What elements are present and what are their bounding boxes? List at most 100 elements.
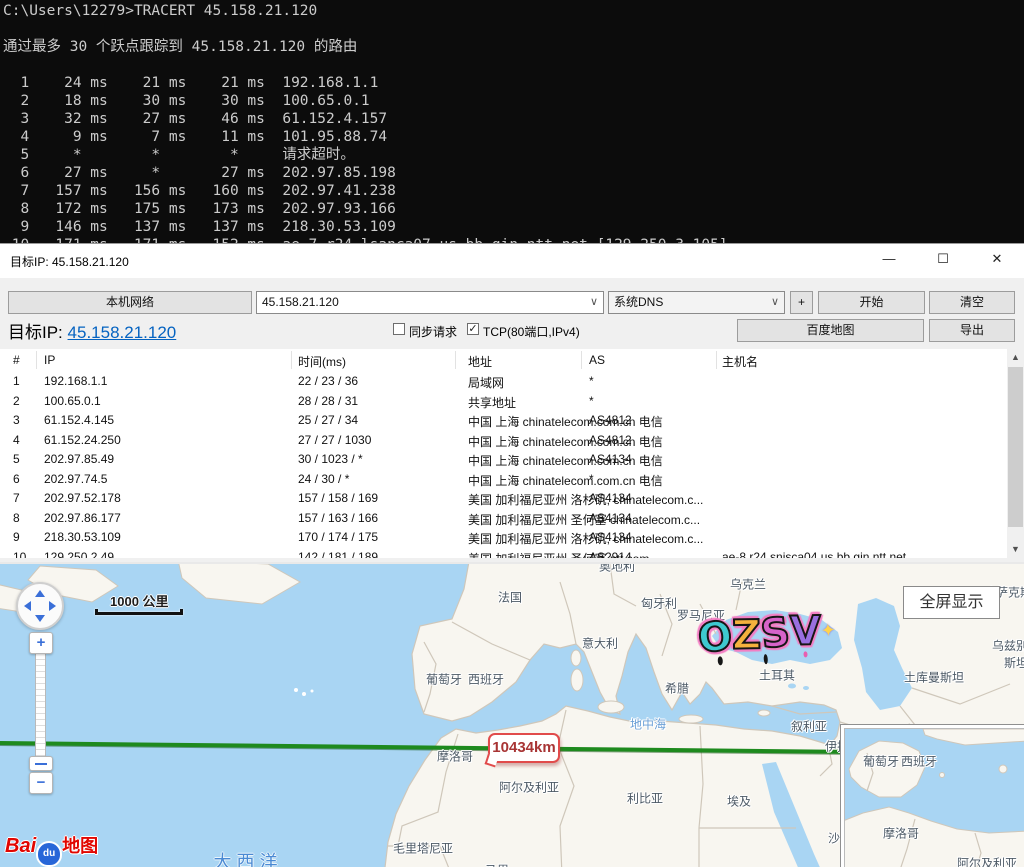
table-cell: AS2914 <box>589 550 632 559</box>
pan-control[interactable] <box>16 582 64 630</box>
atlantic-ocean-label: 大西洋 <box>214 848 283 867</box>
zoom-slider-thumb[interactable] <box>29 756 53 771</box>
map-place-label: 土库曼斯坦 <box>904 669 964 686</box>
table-cell: 中国 上海 chinatelecom.com.cn 电信 <box>468 433 663 450</box>
ozsv-sticker: OZSV✦ <box>697 609 837 659</box>
clear-button[interactable]: 清空 <box>929 291 1015 314</box>
table-cell: 中国 上海 chinatelecom.com.cn 电信 <box>468 413 663 430</box>
column-separator <box>581 351 582 369</box>
table-cell: AS4812 <box>589 433 632 447</box>
minimize-button[interactable]: — <box>866 244 912 274</box>
table-cell: * <box>589 472 594 486</box>
table-row[interactable]: 1192.168.1.122 / 23 / 36局域网* <box>0 371 1007 391</box>
table-cell: AS4134 <box>589 530 632 544</box>
table-cell: 170 / 174 / 175 <box>298 530 378 544</box>
pan-right-icon[interactable] <box>49 601 56 611</box>
zoom-in-button[interactable]: + <box>29 632 53 654</box>
map-place-label: 叙利亚 <box>791 718 827 735</box>
target-ip-label: 目标IP: <box>8 323 63 342</box>
map-scale-text: 1000 公里 <box>110 591 169 610</box>
map-scale-bar <box>95 609 183 615</box>
table-cell: 24 / 30 / * <box>298 472 349 486</box>
map-place-label: 埃及 <box>727 793 751 810</box>
start-button[interactable]: 开始 <box>818 291 925 314</box>
map-place-label: 毛里塔尼亚 <box>393 840 453 857</box>
column-header[interactable]: # <box>13 353 20 367</box>
table-header[interactable]: # IP 时间(ms) 地址 AS 主机名 <box>0 349 1007 372</box>
table-cell: 25 / 27 / 34 <box>298 413 358 427</box>
pan-up-icon[interactable] <box>35 590 45 597</box>
table-cell: 9 <box>13 530 20 544</box>
baidu-logo[interactable]: Baidu地图 <box>5 832 98 867</box>
sparkle-icon: ✦ <box>820 620 836 641</box>
maximize-button[interactable]: ☐ <box>920 244 966 274</box>
table-row[interactable]: 10129.250.2.49142 / 181 / 189美国 加利福尼亚州 圣… <box>0 547 1007 559</box>
table-row[interactable]: 5202.97.85.4930 / 1023 / *中国 上海 chinatel… <box>0 449 1007 469</box>
column-header[interactable]: 地址 <box>468 353 492 370</box>
table-cell: 30 / 1023 / * <box>298 452 363 466</box>
map-place-label: 希腊 <box>665 680 689 697</box>
baidu-map-button[interactable]: 百度地图 <box>737 319 924 342</box>
dns-value: 系统DNS <box>614 295 663 309</box>
table-row[interactable]: 2100.65.0.128 / 28 / 31共享地址* <box>0 391 1007 411</box>
chevron-down-icon[interactable]: ∨ <box>771 292 779 313</box>
local-network-button[interactable]: 本机网络 <box>8 291 252 314</box>
table-row[interactable]: 8202.97.86.177157 / 163 / 166美国 加利福尼亚州 圣… <box>0 508 1007 528</box>
table-cell: AS4812 <box>589 413 632 427</box>
table-cell: 202.97.52.178 <box>44 491 121 505</box>
table-row[interactable]: 461.152.24.25027 / 27 / 1030中国 上海 chinat… <box>0 430 1007 450</box>
table-cell: 129.250.2.49 <box>44 550 114 559</box>
sync-request-checkbox[interactable] <box>393 323 405 335</box>
table-cell: 8 <box>13 511 20 525</box>
column-header[interactable]: 时间(ms) <box>298 353 346 370</box>
tcp-checkbox[interactable]: ✓ <box>467 323 479 335</box>
map-place-label: 马里 <box>485 862 509 867</box>
map-place-label: 葡萄牙 <box>426 671 462 688</box>
table-cell: 202.97.74.5 <box>44 472 107 486</box>
table-cell: 中国 上海 chinatelecom.com.cn 电信 <box>468 452 663 469</box>
table-cell: * <box>589 394 594 408</box>
scroll-down-icon[interactable]: ▼ <box>1007 541 1024 558</box>
add-target-button[interactable]: + <box>790 291 813 314</box>
close-button[interactable]: ✕ <box>974 244 1020 274</box>
baidu-map-panel[interactable]: 奥地利法国匈牙利罗马尼亚乌克兰意大利希腊土耳其葡萄牙西班牙摩洛哥阿尔及利亚利比亚… <box>0 562 1024 867</box>
scrollbar-thumb[interactable] <box>1008 367 1023 527</box>
target-ip-line: 目标IP: 45.158.21.120 <box>8 318 176 343</box>
table-row[interactable]: 7202.97.52.178157 / 158 / 169美国 加利福尼亚州 洛… <box>0 488 1007 508</box>
table-row[interactable]: 6202.97.74.524 / 30 / *中国 上海 chinateleco… <box>0 469 1007 489</box>
title-bar[interactable]: 目标IP: 45.158.21.120 — ☐ ✕ <box>0 244 1024 278</box>
export-button[interactable]: 导出 <box>929 319 1015 342</box>
table-cell: 3 <box>13 413 20 427</box>
column-header[interactable]: AS <box>589 353 605 367</box>
table-cell: 202.97.86.177 <box>44 511 121 525</box>
screen: C:\Users\12279>TRACERT 45.158.21.120 通过最… <box>0 0 1024 867</box>
table-cell: * <box>589 374 594 388</box>
sync-request-label: 同步请求 <box>409 323 457 340</box>
dns-combobox[interactable]: 系统DNS ∨ <box>608 291 785 314</box>
fullscreen-button[interactable]: 全屏显示 <box>903 586 1000 619</box>
inset-overview-map[interactable]: 葡萄牙西班牙摩洛哥阿尔及利亚 <box>840 724 1024 867</box>
table-cell: 中国 上海 chinatelecom.com.cn 电信 <box>468 472 663 489</box>
zoom-slider-track[interactable] <box>35 653 46 758</box>
table-row[interactable]: 9218.30.53.109170 / 174 / 175美国 加利福尼亚州 洛… <box>0 527 1007 547</box>
scroll-up-icon[interactable]: ▲ <box>1007 349 1024 366</box>
inset-place-label: 西班牙 <box>901 753 937 770</box>
table-cell: 美国 加利福尼亚州 圣何塞 chinatelecom.c... <box>468 511 700 528</box>
target-ip-combobox[interactable]: 45.158.21.120 ∨ <box>256 291 604 314</box>
target-ip-link[interactable]: 45.158.21.120 <box>68 323 177 342</box>
pan-left-icon[interactable] <box>24 601 31 611</box>
sticker-letter: O <box>696 616 735 660</box>
map-place-label: 土耳其 <box>759 667 795 684</box>
chevron-down-icon[interactable]: ∨ <box>590 292 598 313</box>
map-place-label: 匈牙利 <box>641 595 677 612</box>
sticker-letter: S <box>759 612 792 655</box>
column-header[interactable]: IP <box>44 353 55 367</box>
table-cell: 1 <box>13 374 20 388</box>
table-row[interactable]: 361.152.4.14525 / 27 / 34中国 上海 chinatele… <box>0 410 1007 430</box>
table-cell: AS4134 <box>589 491 632 505</box>
vertical-scrollbar[interactable]: ▲ ▼ <box>1007 349 1024 558</box>
column-header[interactable]: 主机名 <box>722 353 758 370</box>
zoom-out-button[interactable]: − <box>29 772 53 794</box>
pan-down-icon[interactable] <box>35 615 45 622</box>
terminal-window[interactable]: C:\Users\12279>TRACERT 45.158.21.120 通过最… <box>0 0 1024 243</box>
